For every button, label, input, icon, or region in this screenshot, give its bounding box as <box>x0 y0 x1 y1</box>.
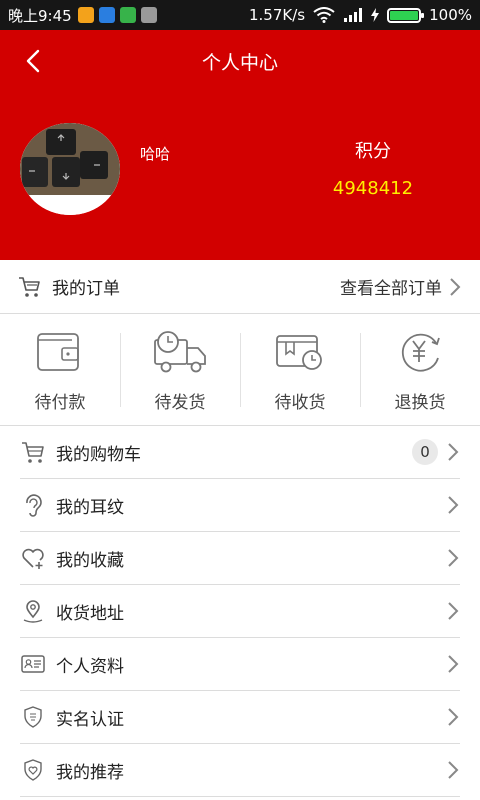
chevron-right-icon <box>448 496 459 514</box>
menu-item-label: 我的购物车 <box>56 444 141 465</box>
menu-item-label: 我的耳纹 <box>56 497 124 518</box>
notification-app-icon <box>140 7 157 23</box>
menu-item-label: 我的推荐 <box>56 762 124 783</box>
chevron-right-icon <box>448 655 459 673</box>
chevron-right-icon <box>448 761 459 779</box>
my-orders-label: 我的订单 <box>52 279 120 299</box>
yuan-return-icon <box>401 333 440 371</box>
chevron-right-icon <box>448 708 459 726</box>
cart-icon <box>22 442 44 463</box>
ear-icon <box>26 494 42 517</box>
chevron-right-icon <box>450 277 461 296</box>
battery-percent: 100% <box>429 6 472 24</box>
menu-item-address[interactable]: 收货地址 <box>20 585 460 638</box>
truck-clock-icon <box>154 330 206 372</box>
menu-item-label: 个人资料 <box>56 656 124 677</box>
notification-app-icon <box>77 7 94 23</box>
status-label: 待付款 <box>34 392 86 413</box>
view-all-orders-link[interactable]: 查看全部订单 <box>340 274 442 299</box>
my-orders-row[interactable]: 我的订单 查看全部订单 <box>0 260 480 314</box>
status-label: 待发货 <box>154 392 206 413</box>
package-clock-icon <box>276 334 322 370</box>
shield-verify-icon <box>24 706 42 728</box>
status-label: 退换货 <box>394 392 446 413</box>
status-bar: 晚上9:45 1.57K/s 100% <box>0 0 480 30</box>
status-pending-shipment[interactable]: 待发货 <box>120 315 240 425</box>
status-pending-receipt[interactable]: 待收货 <box>240 315 360 425</box>
avatar[interactable] <box>20 123 120 215</box>
status-return-exchange[interactable]: 退换货 <box>360 315 480 425</box>
chevron-right-icon <box>448 443 459 461</box>
menu-item-ear-print[interactable]: 我的耳纹 <box>20 479 460 532</box>
menu-item-label: 实名认证 <box>56 709 124 730</box>
charging-icon <box>371 8 380 22</box>
shield-heart-icon <box>24 759 42 781</box>
wallet-icon <box>37 332 79 371</box>
wifi-icon <box>313 7 335 23</box>
order-status-grid: 待付款 待发货 待收货 退换货 <box>0 315 480 426</box>
id-card-icon <box>21 655 45 673</box>
notification-app-icon <box>119 7 136 23</box>
page-title: 个人中心 <box>201 52 278 74</box>
avatar-image <box>20 123 120 215</box>
chevron-right-icon <box>448 602 459 620</box>
menu-item-recommend[interactable]: 我的推荐 <box>20 744 460 797</box>
menu-item-label: 收货地址 <box>56 603 124 624</box>
network-speed: 1.57K/s <box>249 6 306 24</box>
menu-item-favorites[interactable]: 我的收藏 <box>20 532 460 585</box>
signal-icon <box>344 8 363 22</box>
heart-plus-icon <box>22 548 44 569</box>
points-label: 积分 <box>355 141 391 162</box>
notification-app-icon <box>98 7 115 23</box>
status-time: 晚上9:45 <box>8 6 72 25</box>
cart-icon <box>19 276 40 297</box>
status-label: 待收货 <box>274 392 326 413</box>
battery-level-fill <box>390 10 419 20</box>
menu-item-cart[interactable]: 我的购物车 0 <box>20 426 460 479</box>
menu-item-profile-info[interactable]: 个人资料 <box>20 638 460 691</box>
location-pin-icon <box>23 600 43 623</box>
username: 哈哈 <box>140 145 171 163</box>
profile-header: 个人中心 哈哈 积分 4948412 <box>0 30 480 260</box>
status-pending-payment[interactable]: 待付款 <box>0 315 120 425</box>
menu-item-real-name-verify[interactable]: 实名认证 <box>20 691 460 744</box>
points-value[interactable]: 4948412 <box>322 178 424 199</box>
battery-icon <box>387 7 425 23</box>
cart-count-badge: 0 <box>412 439 438 465</box>
menu-item-label: 我的收藏 <box>56 550 124 571</box>
chevron-right-icon <box>448 549 459 567</box>
profile-menu: 我的购物车 0 我的耳纹 我的收藏 收货地址 个人资料 实名认证 我的推荐 <box>0 426 480 797</box>
